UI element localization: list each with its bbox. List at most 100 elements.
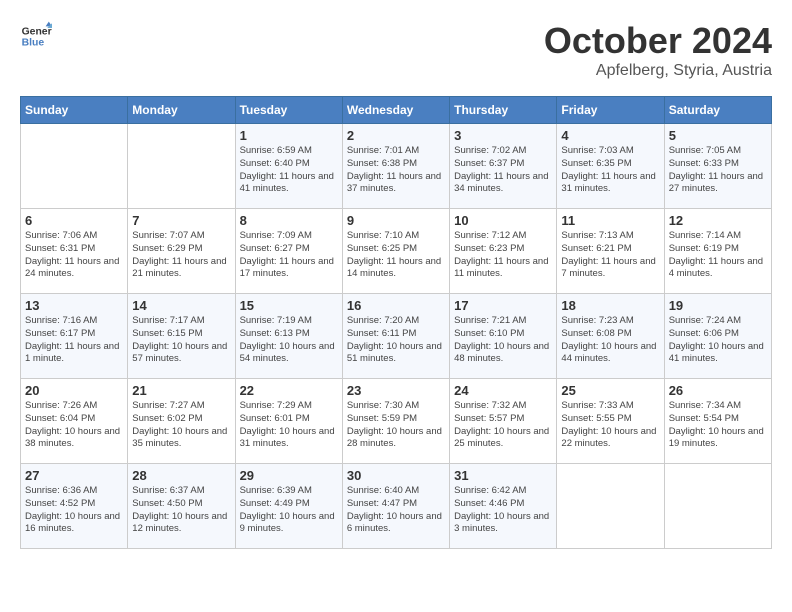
- calendar-cell: 30Sunrise: 6:40 AM Sunset: 4:47 PM Dayli…: [342, 464, 449, 549]
- day-info: Sunrise: 7:12 AM Sunset: 6:23 PM Dayligh…: [454, 230, 552, 281]
- page-header: General Blue October 2024 Apfelberg, Sty…: [20, 20, 772, 80]
- day-number: 10: [454, 213, 552, 228]
- day-number: 9: [347, 213, 445, 228]
- calendar-cell: 29 Sunrise: 6:39 AM Sunset: 4:49 PM Dayli…: [235, 464, 342, 549]
- day-number: 20: [25, 383, 123, 398]
- calendar-week-row: 20 Sunrise: 7:26 AM Sunset: 6:04 PM Dayli…: [21, 379, 772, 464]
- day-number: 4: [561, 128, 659, 143]
- day-info: Sunrise: 7:24 AM Sunset: 6:06 PM Dayligh…: [669, 315, 767, 366]
- day-number: 31: [454, 468, 552, 483]
- day-info: Sunrise: 7:14 AM Sunset: 6:19 PM Dayligh…: [669, 230, 767, 281]
- day-info: Sunrise: 7:26 AM Sunset: 6:04 PM Dayligh…: [25, 400, 123, 451]
- day-number: 23: [347, 383, 445, 398]
- calendar-cell: 6 Sunrise: 7:06 AM Sunset: 6:31 PM Daylig…: [21, 209, 128, 294]
- day-number: 15: [240, 298, 338, 313]
- day-info: Sunrise: 7:05 AM Sunset: 6:33 PM Dayligh…: [669, 145, 767, 196]
- calendar-cell: 22Sunrise: 7:29 AM Sunset: 6:01 PM Dayli…: [235, 379, 342, 464]
- day-number: 27: [25, 468, 123, 483]
- day-info: Sunrise: 7:09 AM Sunset: 6:27 PM Dayligh…: [240, 230, 338, 281]
- day-number: 7: [132, 213, 230, 228]
- day-of-week-header: Wednesday: [342, 97, 449, 124]
- svg-text:General: General: [22, 26, 52, 37]
- day-number: 25: [561, 383, 659, 398]
- day-number: 8: [240, 213, 338, 228]
- day-info: Sunrise: 7:13 AM Sunset: 6:21 PM Dayligh…: [561, 230, 659, 281]
- day-info: Sunrise: 7:32 AM Sunset: 5:57 PM Dayligh…: [454, 400, 552, 451]
- calendar-cell: 23Sunrise: 7:30 AM Sunset: 5:59 PM Dayli…: [342, 379, 449, 464]
- calendar-cell: 8 Sunrise: 7:09 AM Sunset: 6:27 PM Daylig…: [235, 209, 342, 294]
- calendar-cell: 15 Sunrise: 7:19 AM Sunset: 6:13 PM Dayli…: [235, 294, 342, 379]
- day-info: Sunrise: 7:17 AM Sunset: 6:15 PM Dayligh…: [132, 315, 230, 366]
- day-of-week-header: Monday: [128, 97, 235, 124]
- calendar-header-row: SundayMondayTuesdayWednesdayThursdayFrid…: [21, 97, 772, 124]
- day-of-week-header: Saturday: [664, 97, 771, 124]
- calendar-cell: 18 Sunrise: 7:23 AM Sunset: 6:08 PM Dayli…: [557, 294, 664, 379]
- day-info: Sunrise: 7:06 AM Sunset: 6:31 PM Dayligh…: [25, 230, 123, 281]
- day-number: 5: [669, 128, 767, 143]
- day-info: Sunrise: 7:10 AM Sunset: 6:25 PM Dayligh…: [347, 230, 445, 281]
- month-title: October 2024: [544, 20, 772, 62]
- logo: General Blue: [20, 20, 52, 52]
- calendar-cell: 16 Sunrise: 7:20 AM Sunset: 6:11 PM Dayli…: [342, 294, 449, 379]
- day-number: 30: [347, 468, 445, 483]
- calendar-cell: 7 Sunrise: 7:07 AM Sunset: 6:29 PM Daylig…: [128, 209, 235, 294]
- svg-text:Blue: Blue: [22, 38, 45, 49]
- calendar-cell: 14Sunrise: 7:17 AM Sunset: 6:15 PM Dayli…: [128, 294, 235, 379]
- day-number: 12: [669, 213, 767, 228]
- day-info: Sunrise: 7:03 AM Sunset: 6:35 PM Dayligh…: [561, 145, 659, 196]
- day-info: Sunrise: 6:37 AM Sunset: 4:50 PM Dayligh…: [132, 485, 230, 536]
- calendar-cell: 19 Sunrise: 7:24 AM Sunset: 6:06 PM Dayli…: [664, 294, 771, 379]
- day-number: 29: [240, 468, 338, 483]
- calendar-week-row: 27 Sunrise: 6:36 AM Sunset: 4:52 PM Dayli…: [21, 464, 772, 549]
- calendar-cell: [557, 464, 664, 549]
- calendar-cell: 9 Sunrise: 7:10 AM Sunset: 6:25 PM Daylig…: [342, 209, 449, 294]
- calendar-cell: [21, 124, 128, 209]
- calendar-body: 1Sunrise: 6:59 AM Sunset: 6:40 PM Daylig…: [21, 124, 772, 549]
- day-info: Sunrise: 6:36 AM Sunset: 4:52 PM Dayligh…: [25, 485, 123, 536]
- day-number: 2: [347, 128, 445, 143]
- calendar-cell: 1Sunrise: 6:59 AM Sunset: 6:40 PM Daylig…: [235, 124, 342, 209]
- day-info: Sunrise: 7:34 AM Sunset: 5:54 PM Dayligh…: [669, 400, 767, 451]
- calendar-cell: 28 Sunrise: 6:37 AM Sunset: 4:50 PM Dayli…: [128, 464, 235, 549]
- title-block: October 2024 Apfelberg, Styria, Austria: [544, 20, 772, 80]
- day-info: Sunrise: 6:39 AM Sunset: 4:49 PM Dayligh…: [240, 485, 338, 536]
- day-info: Sunrise: 7:20 AM Sunset: 6:11 PM Dayligh…: [347, 315, 445, 366]
- calendar-cell: 26Sunrise: 7:34 AM Sunset: 5:54 PM Dayli…: [664, 379, 771, 464]
- calendar-cell: 11 Sunrise: 7:13 AM Sunset: 6:21 PM Dayli…: [557, 209, 664, 294]
- day-info: Sunrise: 7:21 AM Sunset: 6:10 PM Dayligh…: [454, 315, 552, 366]
- calendar-week-row: 13 Sunrise: 7:16 AM Sunset: 6:17 PM Dayli…: [21, 294, 772, 379]
- day-info: Sunrise: 7:07 AM Sunset: 6:29 PM Dayligh…: [132, 230, 230, 281]
- day-number: 16: [347, 298, 445, 313]
- day-info: Sunrise: 6:59 AM Sunset: 6:40 PM Dayligh…: [240, 145, 338, 196]
- day-info: Sunrise: 7:19 AM Sunset: 6:13 PM Dayligh…: [240, 315, 338, 366]
- calendar-cell: 10 Sunrise: 7:12 AM Sunset: 6:23 PM Dayli…: [450, 209, 557, 294]
- day-of-week-header: Thursday: [450, 97, 557, 124]
- day-number: 18: [561, 298, 659, 313]
- day-of-week-header: Friday: [557, 97, 664, 124]
- calendar-cell: 4 Sunrise: 7:03 AM Sunset: 6:35 PM Daylig…: [557, 124, 664, 209]
- calendar-cell: [664, 464, 771, 549]
- calendar-cell: 21 Sunrise: 7:27 AM Sunset: 6:02 PM Dayli…: [128, 379, 235, 464]
- day-number: 19: [669, 298, 767, 313]
- day-number: 13: [25, 298, 123, 313]
- day-info: Sunrise: 7:33 AM Sunset: 5:55 PM Dayligh…: [561, 400, 659, 451]
- day-info: Sunrise: 7:01 AM Sunset: 6:38 PM Dayligh…: [347, 145, 445, 196]
- day-number: 28: [132, 468, 230, 483]
- calendar-cell: 17 Sunrise: 7:21 AM Sunset: 6:10 PM Dayli…: [450, 294, 557, 379]
- day-number: 22: [240, 383, 338, 398]
- day-of-week-header: Sunday: [21, 97, 128, 124]
- day-info: Sunrise: 6:42 AM Sunset: 4:46 PM Dayligh…: [454, 485, 552, 536]
- day-number: 17: [454, 298, 552, 313]
- day-number: 21: [132, 383, 230, 398]
- day-info: Sunrise: 7:27 AM Sunset: 6:02 PM Dayligh…: [132, 400, 230, 451]
- calendar-cell: 27 Sunrise: 6:36 AM Sunset: 4:52 PM Dayli…: [21, 464, 128, 549]
- calendar-cell: 31 Sunrise: 6:42 AM Sunset: 4:46 PM Dayli…: [450, 464, 557, 549]
- calendar-week-row: 6 Sunrise: 7:06 AM Sunset: 6:31 PM Daylig…: [21, 209, 772, 294]
- calendar-cell: 13 Sunrise: 7:16 AM Sunset: 6:17 PM Dayli…: [21, 294, 128, 379]
- day-info: Sunrise: 7:16 AM Sunset: 6:17 PM Dayligh…: [25, 315, 123, 366]
- calendar-cell: 5 Sunrise: 7:05 AM Sunset: 6:33 PM Daylig…: [664, 124, 771, 209]
- day-number: 6: [25, 213, 123, 228]
- calendar-cell: 24Sunrise: 7:32 AM Sunset: 5:57 PM Dayli…: [450, 379, 557, 464]
- day-info: Sunrise: 7:23 AM Sunset: 6:08 PM Dayligh…: [561, 315, 659, 366]
- day-number: 11: [561, 213, 659, 228]
